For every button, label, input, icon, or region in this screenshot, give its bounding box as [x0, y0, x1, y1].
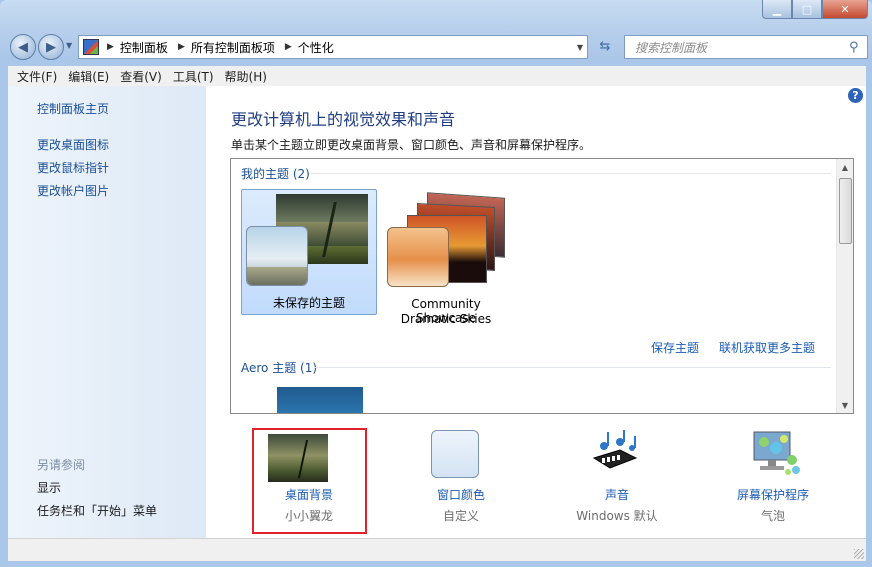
forward-arrow-icon[interactable]: ▶: [38, 34, 64, 60]
sound-icon: [592, 430, 638, 469]
page-title: 更改计算机上的视觉效果和声音: [231, 110, 456, 129]
breadcrumb-control-panel[interactable]: 控制面板: [120, 39, 168, 56]
highlight-box: [252, 428, 367, 534]
scroll-up-icon[interactable]: ▲: [837, 159, 853, 175]
sidebar: 控制面板主页 更改桌面图标 更改鼠标指针 更改帐户图片 另请参阅 显示 任务栏和…: [8, 86, 206, 538]
search-icon[interactable]: ⚲: [849, 40, 867, 55]
see-also-heading: 另请参阅: [37, 458, 86, 472]
search-placeholder: 搜索控制面板: [635, 40, 708, 55]
status-bar: [8, 538, 866, 561]
refresh-icon[interactable]: ⇆: [588, 35, 622, 57]
client-area: 控制面板主页 更改桌面图标 更改鼠标指针 更改帐户图片 另请参阅 显示 任务栏和…: [8, 86, 866, 538]
sidebar-change-desktop-icons[interactable]: 更改桌面图标: [37, 136, 109, 153]
maximize-icon[interactable]: □: [792, 0, 822, 19]
breadcrumb-separator-icon[interactable]: ▶: [178, 42, 185, 52]
recent-pages-dropdown-icon[interactable]: ▼: [66, 41, 72, 50]
sound-option[interactable]: 声音 Windows 默认: [552, 420, 682, 528]
screen-saver-option[interactable]: 屏幕保护程序 气泡: [708, 420, 838, 528]
screen-saver-value: 气泡: [760, 509, 785, 523]
screen-saver-icon: [753, 431, 800, 475]
theme-community-showcase[interactable]: [387, 192, 507, 299]
sidebar-taskbar-link[interactable]: 任务栏和「开始」菜单: [37, 502, 157, 519]
sidebar-control-panel-home[interactable]: 控制面板主页: [37, 100, 109, 117]
sound-label[interactable]: 声音: [552, 486, 682, 503]
menu-view[interactable]: 查看(V): [120, 68, 162, 85]
window-color-icon: [431, 430, 479, 478]
theme-list-scrollbar[interactable]: ▲ ▼: [836, 159, 853, 413]
my-themes-header: 我的主题 (2): [241, 167, 310, 181]
menu-bar: 文件(F) 编辑(E) 查看(V) 工具(T) 帮助(H): [8, 66, 866, 87]
theme-community-label-2[interactable]: Dramatic Skies: [381, 312, 511, 326]
sidebar-change-mouse-pointers[interactable]: 更改鼠标指针: [37, 159, 109, 176]
save-theme-link[interactable]: 保存主题: [651, 339, 699, 356]
window: ▁ □ ✕ ◀ ▶ ▼ ▶ 控制面板 ▶ 所有控制面板项 ▶ 个性化 ▼ ⇆ 搜…: [0, 0, 872, 567]
theme-unsaved-label: 未保存的主题: [272, 296, 345, 310]
theme-list: 我的主题 (2) 未保存的主题 Community Showcase Drama…: [230, 158, 854, 414]
aero-themes-header: Aero 主题 (1): [241, 361, 318, 375]
breadcrumb-separator-icon[interactable]: ▶: [285, 42, 292, 52]
window-color-value: 自定义: [442, 509, 479, 523]
aero-theme-thumbnail[interactable]: [277, 387, 363, 413]
menu-file[interactable]: 文件(F): [17, 68, 57, 85]
breadcrumb-all-items[interactable]: 所有控制面板项: [191, 39, 275, 56]
theme-window-preview: [246, 226, 308, 286]
get-more-themes-link[interactable]: 联机获取更多主题: [719, 339, 815, 356]
theme-unsaved[interactable]: 未保存的主题: [241, 189, 377, 315]
menu-edit[interactable]: 编辑(E): [68, 68, 109, 85]
scroll-down-icon[interactable]: ▼: [837, 397, 853, 413]
sidebar-change-account-picture[interactable]: 更改帐户图片: [37, 182, 109, 199]
group-divider: [315, 367, 831, 368]
menu-tools[interactable]: 工具(T): [173, 68, 214, 85]
window-color-option[interactable]: 窗口颜色 自定义: [396, 420, 526, 528]
minimize-icon[interactable]: ▁: [762, 0, 792, 19]
group-divider: [311, 173, 831, 174]
scroll-thumb[interactable]: [839, 178, 852, 244]
window-color-label[interactable]: 窗口颜色: [396, 486, 526, 503]
search-input[interactable]: 搜索控制面板 ⚲: [624, 35, 868, 59]
caption-buttons: ▁ □ ✕: [762, 0, 868, 19]
screen-saver-label[interactable]: 屏幕保护程序: [708, 486, 838, 503]
theme-window-preview: [387, 227, 449, 287]
menu-help[interactable]: 帮助(H): [225, 68, 267, 85]
sidebar-display-link[interactable]: 显示: [37, 479, 61, 496]
personalization-options: 桌面背景 小小翼龙 窗口颜色 自定义 声音 Windows 默认 屏幕保护程序 …: [206, 420, 866, 534]
resize-grip-icon[interactable]: [854, 549, 864, 559]
sound-value: Windows 默认: [576, 509, 658, 523]
control-panel-icon: [83, 39, 99, 55]
breadcrumb-separator-icon[interactable]: ▶: [107, 42, 114, 52]
help-icon[interactable]: ?: [848, 88, 863, 103]
address-dropdown-icon[interactable]: ▼: [577, 43, 583, 52]
close-icon[interactable]: ✕: [822, 0, 868, 19]
page-description: 单击某个主题立即更改桌面背景、窗口颜色、声音和屏幕保护程序。: [231, 138, 592, 152]
main-panel: ? 更改计算机上的视觉效果和声音 单击某个主题立即更改桌面背景、窗口颜色、声音和…: [206, 86, 866, 538]
back-arrow-icon[interactable]: ◀: [10, 34, 36, 60]
navigation-bar: ◀ ▶ ▼ ▶ 控制面板 ▶ 所有控制面板项 ▶ 个性化 ▼ ⇆ 搜索控制面板 …: [8, 33, 868, 61]
breadcrumb-personalization[interactable]: 个性化: [298, 39, 334, 56]
address-bar[interactable]: ▶ 控制面板 ▶ 所有控制面板项 ▶ 个性化 ▼: [78, 35, 588, 59]
